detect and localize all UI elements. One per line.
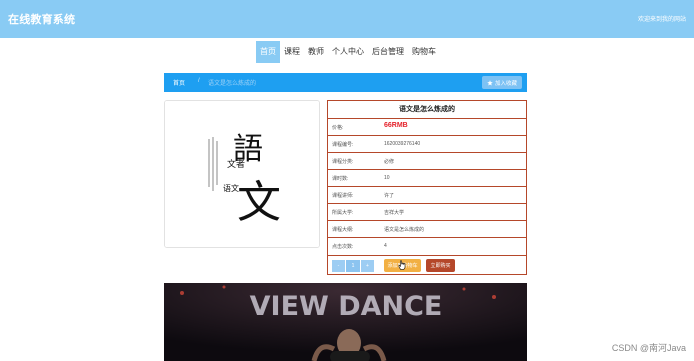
breadcrumb-home-link[interactable]: 首页 xyxy=(173,78,185,87)
quantity-input[interactable]: 1 xyxy=(345,260,361,272)
info-row-outline: 课程大纲: 语文是怎么炼成的 xyxy=(328,220,526,237)
teacher-value: 许了 xyxy=(384,193,395,199)
price-label: 价格: xyxy=(332,125,344,131)
video-banner-text: VIEW DANCE xyxy=(250,291,443,322)
purchase-actions: - 1 + 添加到购物车 立即购买 xyxy=(328,255,526,274)
nav-item-home[interactable]: 首页 xyxy=(256,41,280,63)
video-frame-artwork: VIEW DANCE xyxy=(164,283,527,361)
breadcrumb-separator: / xyxy=(198,78,200,84)
buy-now-button[interactable]: 立即购买 xyxy=(426,259,455,272)
info-row-teacher: 课程讲师: 许了 xyxy=(328,186,526,203)
course-id-label: 课程编号: xyxy=(332,142,354,148)
info-row-category: 课程分类: 必修 xyxy=(328,152,526,169)
nav-item-teachers[interactable]: 教师 xyxy=(304,41,328,63)
info-row-course-id: 课程编号: 1620039276140 xyxy=(328,135,526,152)
welcome-text: 欢迎来到我的网站 xyxy=(637,17,686,23)
info-row-university: 所属大学: 吉祥大学 xyxy=(328,203,526,220)
promo-video-frame[interactable]: VIEW DANCE xyxy=(164,283,527,361)
nav-item-personal-center[interactable]: 个人中心 xyxy=(328,41,368,63)
calligraphy-artwork: 語 文者 语文 文 xyxy=(165,101,319,247)
outline-value: 语文是怎么炼成的 xyxy=(384,227,425,233)
quantity-increase-button[interactable]: + xyxy=(361,260,374,272)
price-value: 66RMB xyxy=(384,122,408,129)
main-nav: 首页 课程 教师 个人中心 后台管理 购物车 xyxy=(256,41,440,63)
clicks-label: 点击次数: xyxy=(332,244,354,250)
add-favorite-label: 加入收藏 xyxy=(494,80,517,87)
calligraphy-char-wen: 文 xyxy=(237,177,281,228)
course-title: 语文是怎么炼成的 xyxy=(399,106,455,113)
calligraphy-side-text: 文者 xyxy=(227,158,245,170)
add-favorite-button[interactable]: 加入收藏 xyxy=(482,76,522,89)
lessons-label: 课时数: xyxy=(332,176,349,182)
course-cover-image: 語 文者 语文 文 xyxy=(164,100,320,248)
course-id-value: 1620039276140 xyxy=(384,141,421,147)
nav-item-courses[interactable]: 课程 xyxy=(280,41,304,63)
star-icon xyxy=(487,79,493,86)
site-title[interactable]: 在线教育系统 xyxy=(8,11,75,27)
nav-item-cart[interactable]: 购物车 xyxy=(408,41,440,63)
info-row-clicks: 点击次数: 4 xyxy=(328,237,526,254)
category-value: 必修 xyxy=(384,159,395,165)
top-header-bar: 在线教育系统 欢迎来到我的网站 xyxy=(0,0,694,38)
info-row-lessons: 课时数: 10 xyxy=(328,169,526,186)
clicks-value: 4 xyxy=(384,243,387,249)
nav-item-admin[interactable]: 后台管理 xyxy=(368,41,408,63)
quantity-stepper: - 1 + xyxy=(332,260,374,272)
teacher-label: 课程讲师: xyxy=(332,193,354,199)
breadcrumb-current: 语文是怎么炼成的 xyxy=(208,81,257,87)
breadcrumb: 首页 / 语文是怎么炼成的 加入收藏 xyxy=(164,73,527,92)
info-row-price: 价格: 66RMB xyxy=(328,118,526,135)
university-value: 吉祥大学 xyxy=(384,210,405,216)
lessons-value: 10 xyxy=(384,175,390,181)
hand-cursor-icon xyxy=(398,260,406,270)
outline-label: 课程大纲: xyxy=(332,227,354,233)
university-label: 所属大学: xyxy=(332,210,354,216)
quantity-decrease-button[interactable]: - xyxy=(332,260,345,272)
category-label: 课程分类: xyxy=(332,159,354,165)
csdn-watermark: CSDN @南河Java xyxy=(611,343,686,353)
course-info-panel: 语文是怎么炼成的 价格: 66RMB 课程编号: 1620039276140 课… xyxy=(327,100,527,275)
